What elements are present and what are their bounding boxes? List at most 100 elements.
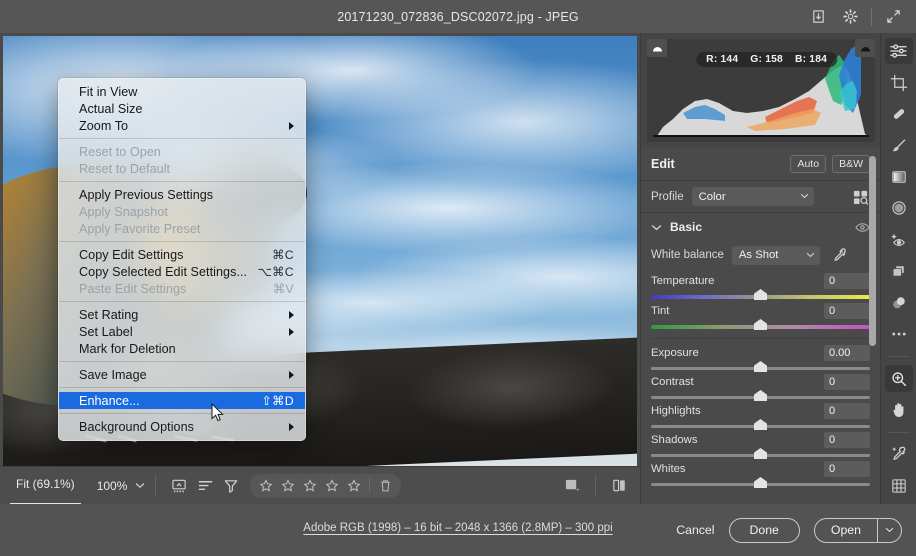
cancel-button[interactable]: Cancel: [676, 523, 714, 537]
menu-item-apply-previous-settings[interactable]: Apply Previous Settings: [59, 186, 305, 203]
histogram[interactable]: R: 144 G: 158 B: 184: [647, 39, 875, 142]
zoom-fit-button[interactable]: Fit (69.1%): [8, 474, 83, 505]
slider-temperature[interactable]: Temperature 0: [641, 269, 880, 300]
grid-overlay-icon[interactable]: [885, 473, 913, 499]
menu-item-set-label[interactable]: Set Label: [59, 323, 305, 340]
slider-shadows[interactable]: Shadows 0: [641, 428, 880, 459]
menu-item-shortcut: ⌘V: [272, 281, 294, 296]
before-after-icon[interactable]: [606, 474, 632, 498]
slider-contrast[interactable]: Contrast 0: [641, 370, 880, 401]
profile-browser-icon[interactable]: [850, 187, 870, 207]
slider-value-field[interactable]: 0: [824, 374, 870, 390]
open-split-button[interactable]: Open: [813, 517, 902, 543]
slider-value-field[interactable]: 0: [824, 461, 870, 477]
slider-highlights[interactable]: Highlights 0: [641, 399, 880, 430]
filter-icon[interactable]: [218, 474, 244, 498]
star-icon-1[interactable]: [256, 476, 276, 496]
highlight-clipping-icon[interactable]: [855, 39, 875, 57]
snapshots-icon[interactable]: [885, 258, 913, 284]
menu-item-copy-selected-edit-settings[interactable]: Copy Selected Edit Settings... ⌥⌘C: [59, 263, 305, 280]
slider-track[interactable]: [651, 419, 870, 430]
slider-whites[interactable]: Whites 0: [641, 457, 880, 488]
menu-item-save-image[interactable]: Save Image: [59, 366, 305, 383]
slider-track[interactable]: [651, 289, 870, 300]
slider-knob[interactable]: [754, 361, 767, 372]
slider-value-field[interactable]: 0: [824, 273, 870, 289]
linear-gradient-icon[interactable]: [885, 164, 913, 190]
auto-button[interactable]: Auto: [790, 155, 827, 173]
expand-icon[interactable]: [878, 4, 908, 30]
red-eye-icon[interactable]: [885, 227, 913, 253]
shadow-clipping-icon[interactable]: [647, 39, 667, 57]
panel-scrollbar-thumb[interactable]: [869, 156, 876, 346]
menu-item-actual-size[interactable]: Actual Size: [59, 100, 305, 117]
histogram-b-value: B: 184: [794, 54, 828, 65]
chevron-down-icon[interactable]: [651, 224, 662, 231]
slider-header: Tint 0: [651, 302, 870, 320]
menu-item-mark-for-deletion[interactable]: Mark for Deletion: [59, 340, 305, 357]
eye-icon[interactable]: [855, 222, 870, 233]
menu-item-zoom-to[interactable]: Zoom To: [59, 117, 305, 134]
slider-track[interactable]: [651, 477, 870, 488]
menu-item-fit-in-view[interactable]: Fit in View: [59, 83, 305, 100]
trash-icon[interactable]: [375, 476, 395, 496]
slider-value-field[interactable]: 0: [824, 403, 870, 419]
open-button[interactable]: Open: [815, 519, 877, 542]
slider-tint[interactable]: Tint 0: [641, 299, 880, 330]
menu-item-label: Fit in View: [79, 84, 138, 99]
zoom-level-value[interactable]: 100%: [97, 479, 128, 493]
bw-button[interactable]: B&W: [832, 155, 870, 173]
fullscreen-toggle-icon[interactable]: [166, 474, 192, 498]
radial-gradient-icon[interactable]: [885, 195, 913, 221]
context-menu[interactable]: Fit in View Actual Size Zoom To Reset to Op…: [58, 78, 306, 441]
more-options-icon[interactable]: [885, 321, 913, 347]
slider-track[interactable]: [651, 448, 870, 459]
slider-value-field[interactable]: 0: [824, 303, 870, 319]
slider-value-field[interactable]: 0.00: [824, 345, 870, 361]
healing-brush-icon[interactable]: [885, 101, 913, 127]
menu-item-reset-to-default: Reset to Default: [59, 160, 305, 177]
profile-select[interactable]: Color: [691, 187, 814, 206]
save-icon[interactable]: [803, 4, 833, 30]
slider-track[interactable]: [651, 390, 870, 401]
menu-item-enhance[interactable]: Enhance... ⇧⌘D: [59, 392, 305, 409]
slider-track[interactable]: [651, 361, 870, 372]
white-balance-select[interactable]: As Shot: [731, 245, 820, 265]
adjustment-brush-icon[interactable]: [885, 132, 913, 158]
slider-knob[interactable]: [754, 390, 767, 401]
star-icon-2[interactable]: [278, 476, 298, 496]
hand-tool-icon[interactable]: [885, 397, 913, 423]
profile-value: Color: [698, 190, 726, 203]
gear-icon[interactable]: [835, 4, 865, 30]
slider-value-field[interactable]: 0: [824, 432, 870, 448]
basic-section-header[interactable]: Basic: [641, 213, 880, 241]
panel-scrollbar-track[interactable]: [869, 148, 878, 504]
menu-item-background-options[interactable]: Background Options: [59, 418, 305, 435]
slider-knob[interactable]: [754, 477, 767, 488]
rating-control[interactable]: [250, 473, 402, 498]
fill-view-icon[interactable]: [559, 474, 585, 498]
slider-label: Tint: [651, 305, 670, 317]
slider-knob[interactable]: [754, 448, 767, 459]
slider-knob[interactable]: [754, 419, 767, 430]
zoom-dropdown-chevron-down-icon[interactable]: [135, 482, 145, 489]
star-icon-5[interactable]: [344, 476, 364, 496]
menu-item-set-rating[interactable]: Set Rating: [59, 306, 305, 323]
menu-item-copy-edit-settings[interactable]: Copy Edit Settings ⌘C: [59, 246, 305, 263]
slider-track[interactable]: [651, 319, 870, 330]
star-icon-4[interactable]: [322, 476, 342, 496]
slider-header: Highlights 0: [651, 402, 870, 420]
zoom-tool-icon[interactable]: [884, 365, 913, 392]
crop-icon[interactable]: [885, 69, 913, 95]
sort-icon[interactable]: [192, 474, 218, 498]
edit-sliders-icon[interactable]: [884, 38, 913, 65]
white-balance-tool-icon[interactable]: [885, 441, 913, 467]
star-icon-3[interactable]: [300, 476, 320, 496]
open-dropdown-chevron-down-icon[interactable]: [877, 518, 901, 542]
slider-knob[interactable]: [754, 319, 767, 330]
slider-exposure[interactable]: Exposure 0.00: [641, 341, 880, 372]
presets-icon[interactable]: [885, 290, 913, 316]
done-button[interactable]: Done: [728, 517, 800, 543]
slider-knob[interactable]: [754, 289, 767, 300]
eyedropper-icon[interactable]: [832, 247, 848, 263]
